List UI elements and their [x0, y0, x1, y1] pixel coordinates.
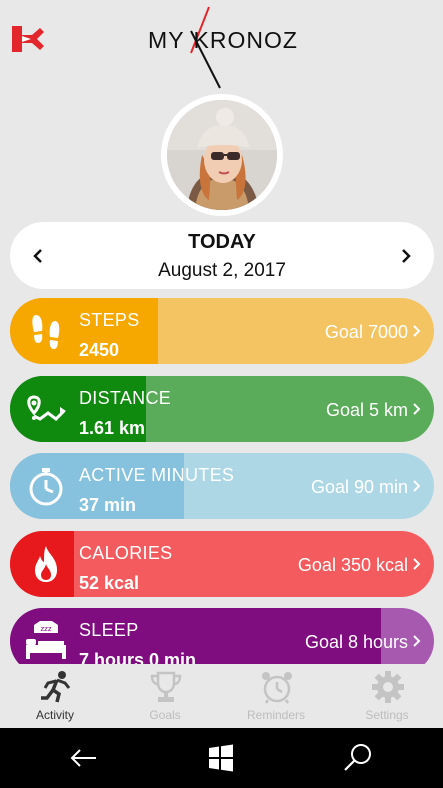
sleep-value: 7 hours 0 min — [79, 650, 197, 664]
brand-logo: MY KRONOZ — [147, 5, 299, 90]
footprints-icon — [32, 315, 60, 349]
bed-sleep-icon: zzz — [26, 621, 66, 659]
sleep-goal: Goal 8 hours — [304, 632, 408, 652]
active-minutes-value: 37 min — [79, 495, 137, 515]
chevron-right-icon — [413, 480, 421, 492]
distance-card[interactable]: DISTANCE 1.61 km Goal 5 km — [10, 376, 434, 442]
svg-text:zzz: zzz — [40, 625, 51, 633]
chevron-right-icon — [413, 325, 421, 337]
sleep-label: SLEEP — [79, 620, 139, 640]
trophy-icon — [150, 671, 182, 702]
windows-logo-icon[interactable] — [203, 740, 239, 776]
system-nav-bar — [0, 728, 443, 788]
chevron-right-icon — [413, 403, 421, 415]
date-selector: TODAY August 2, 2017 — [10, 222, 434, 289]
active-minutes-card[interactable]: ACTIVE MINUTES 37 min Goal 90 min — [10, 453, 434, 519]
user-avatar-photo[interactable] — [167, 100, 277, 210]
route-pin-icon — [27, 395, 66, 421]
tab-reminders[interactable]: Reminders — [221, 664, 331, 728]
tab-goals-label: Goals — [149, 708, 181, 722]
back-arrow-icon[interactable] — [66, 740, 102, 776]
brand-wordmark: MY KRONOZ — [148, 27, 298, 53]
activity-list[interactable]: STEPS 2450 Goal 7000 DISTANCE 1.61 km Go… — [0, 297, 443, 664]
calories-card[interactable]: CALORIES 52 kcal Goal 350 kcal — [10, 531, 434, 597]
bottom-tab-bar: Activity Goals Reminders Settings — [0, 664, 443, 728]
tab-settings-label: Settings — [365, 708, 409, 722]
steps-card[interactable]: STEPS 2450 Goal 7000 — [10, 298, 434, 364]
tab-activity-label: Activity — [35, 708, 74, 722]
chevron-right-icon — [413, 558, 421, 570]
calories-value: 52 kcal — [79, 573, 140, 593]
flame-icon — [35, 546, 57, 582]
distance-label: DISTANCE — [79, 388, 172, 408]
distance-goal: Goal 5 km — [325, 400, 408, 420]
kronoz-k-icon[interactable] — [10, 24, 46, 54]
calories-goal: Goal 350 kcal — [297, 555, 408, 575]
date-label: August 2, 2017 — [158, 260, 286, 281]
chevron-right-icon[interactable] — [394, 244, 418, 268]
active-minutes-goal: Goal 90 min — [310, 477, 408, 497]
tab-goals[interactable]: Goals — [110, 664, 220, 728]
distance-value: 1.61 km — [79, 418, 146, 438]
calories-label: CALORIES — [79, 543, 173, 563]
search-icon[interactable] — [340, 740, 376, 776]
steps-goal: Goal 7000 — [324, 322, 408, 342]
active-minutes-label: ACTIVE MINUTES — [79, 465, 235, 485]
steps-value: 2450 — [79, 340, 120, 360]
sleep-card[interactable]: zzz SLEEP 7 hours 0 min Goal 8 hours — [10, 608, 434, 664]
running-person-icon — [41, 671, 71, 703]
tab-activity[interactable]: Activity — [0, 664, 110, 728]
stopwatch-icon — [29, 468, 63, 506]
chevron-right-icon — [413, 635, 421, 647]
gear-icon — [372, 671, 404, 703]
date-title: TODAY — [188, 231, 256, 253]
tab-settings[interactable]: Settings — [332, 664, 442, 728]
steps-label: STEPS — [79, 310, 140, 330]
tab-reminders-label: Reminders — [246, 708, 306, 722]
alarm-clock-icon — [262, 672, 292, 704]
